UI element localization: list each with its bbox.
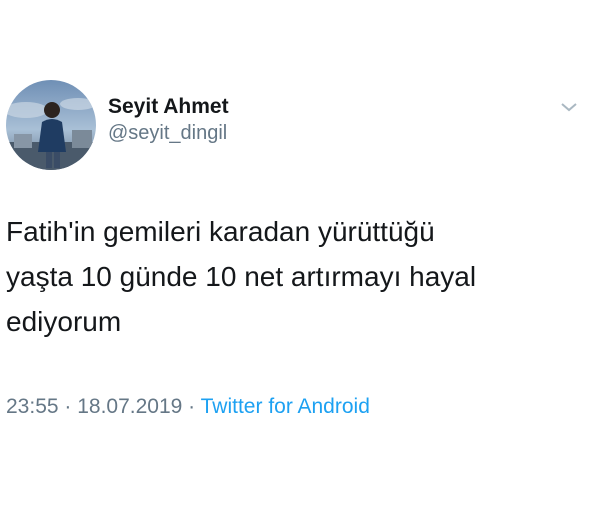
tweet-card: Seyit Ahmet @seyit_dingil Fatih'in gemil… <box>0 0 589 521</box>
meta-separator: · <box>182 395 201 418</box>
tweet-date[interactable]: 18.07.2019 <box>77 395 182 418</box>
avatar-photo <box>6 80 96 170</box>
chevron-down-icon[interactable] <box>559 100 579 114</box>
meta-separator: · <box>58 395 78 418</box>
tweet-text: Fatih'in gemileri karadan yürüttüğü yaşt… <box>6 216 477 337</box>
tweet-source-link[interactable]: Twitter for Android <box>201 395 370 418</box>
tweet-header: Seyit Ahmet @seyit_dingil <box>6 80 583 170</box>
display-name[interactable]: Seyit Ahmet <box>108 94 229 120</box>
tweet-meta: 23:55 · 18.07.2019 · Twitter for Android <box>6 393 370 421</box>
user-handle[interactable]: @seyit_dingil <box>108 120 229 146</box>
tweet-time[interactable]: 23:55 <box>6 395 59 418</box>
user-names[interactable]: Seyit Ahmet @seyit_dingil <box>108 94 229 146</box>
avatar[interactable] <box>6 80 96 170</box>
